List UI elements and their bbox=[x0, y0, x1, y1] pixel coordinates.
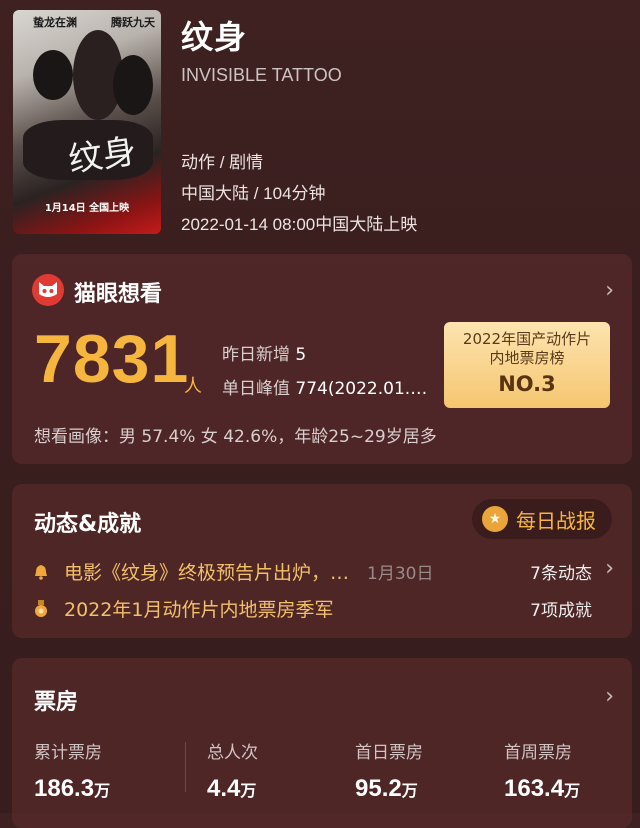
rank-line1: 2022年国产动作片 bbox=[462, 330, 592, 348]
box-value: 163.4万 bbox=[504, 775, 581, 802]
first-week-box-office: 首周票房 163.4万 bbox=[504, 738, 580, 803]
cumulative-box-office: 累计票房 186.3万 bbox=[34, 738, 110, 803]
want-to-see-card[interactable]: 猫眼想看 › 7831 人 昨日新增 5 单日峰值 774(2022.01.… … bbox=[12, 254, 632, 464]
poster-tagline-left: 蛰龙在渊 bbox=[33, 16, 77, 29]
daily-report-button[interactable]: ★ 每日战报 bbox=[472, 499, 612, 539]
achievement-item[interactable]: 2022年1月动作片内地票房季军 7项成就 bbox=[32, 595, 592, 622]
news-item[interactable]: 电影《纹身》终极预告片出炉，… 1月30日 7条动态 bbox=[32, 558, 592, 585]
box-value: 186.3万 bbox=[34, 775, 111, 802]
rank-badge[interactable]: 2022年国产动作片 内地票房榜 NO.3 bbox=[444, 322, 610, 408]
cat-logo-icon bbox=[32, 274, 64, 306]
yesterday-value: 5 bbox=[295, 345, 307, 365]
total-admissions: 总人次 4.4万 bbox=[207, 738, 258, 803]
rank-number: NO.3 bbox=[498, 372, 556, 396]
poster-figure bbox=[113, 55, 153, 115]
news-item-date: 1月30日 bbox=[367, 564, 434, 584]
movie-genre: 动作 / 剧情 bbox=[181, 153, 264, 172]
movie-title: 纹身 bbox=[181, 18, 248, 56]
want-title: 猫眼想看 bbox=[74, 282, 163, 307]
box-value: 4.4万 bbox=[207, 775, 257, 802]
news-title: 动态&成就 bbox=[34, 512, 142, 537]
audience-portrait: 想看画像：男 57.4% 女 42.6%，年龄25~29岁居多 bbox=[34, 427, 437, 447]
box-label: 首周票房 bbox=[504, 743, 572, 763]
medal-icon bbox=[35, 599, 47, 617]
chevron-right-icon[interactable]: › bbox=[605, 684, 614, 709]
divider bbox=[185, 742, 186, 792]
movie-english-title: INVISIBLE TATTOO bbox=[181, 65, 342, 85]
rank-line2: 内地票房榜 bbox=[489, 349, 565, 367]
box-label: 累计票房 bbox=[34, 743, 102, 763]
medal-icon: ★ bbox=[482, 506, 508, 532]
news-achievements-card[interactable]: 动态&成就 ★ 每日战报 电影《纹身》终极预告片出炉，… 1月30日 7条动态 … bbox=[12, 484, 632, 638]
movie-region-duration: 中国大陆 / 104分钟 bbox=[181, 184, 326, 203]
bell-icon bbox=[35, 564, 47, 580]
news-item-text: 电影《纹身》终极预告片出炉，… bbox=[64, 562, 350, 584]
yesterday-new: 昨日新增 5 bbox=[222, 340, 306, 365]
yesterday-label: 昨日新增 bbox=[222, 345, 290, 365]
want-unit: 人 bbox=[184, 376, 202, 397]
achievement-text: 2022年1月动作片内地票房季军 bbox=[64, 599, 334, 621]
achievement-count: 7项成就 bbox=[530, 601, 592, 621]
poster-tagline-right: 腾跃九天 bbox=[111, 16, 155, 29]
box-office-card[interactable]: 票房 › 累计票房 186.3万 总人次 4.4万 首日票房 95.2万 首周票… bbox=[12, 658, 632, 828]
movie-poster[interactable]: 蛰龙在渊 腾跃九天 纹身 1月14日 全国上映 bbox=[13, 10, 161, 234]
peak-value: 774(2022.01.… bbox=[295, 379, 428, 399]
movie-release-date: 2022-01-14 08:00中国大陆上映 bbox=[181, 215, 418, 234]
chevron-right-icon[interactable]: › bbox=[605, 556, 614, 581]
peak-label: 单日峰值 bbox=[222, 379, 290, 399]
daily-report-label: 每日战报 bbox=[516, 508, 596, 533]
want-count: 7831 bbox=[34, 321, 190, 397]
box-label: 首日票房 bbox=[355, 743, 423, 763]
box-office-title: 票房 bbox=[34, 690, 79, 715]
daily-peak: 单日峰值 774(2022.01.… bbox=[222, 374, 427, 399]
poster-tagline: 蛰龙在渊 腾跃九天 bbox=[33, 14, 155, 30]
news-count: 7条动态 bbox=[530, 564, 592, 584]
chevron-right-icon[interactable]: › bbox=[605, 278, 614, 303]
poster-release-text: 1月14日 全国上映 bbox=[44, 203, 130, 214]
box-value: 95.2万 bbox=[355, 775, 418, 802]
first-day-box-office: 首日票房 95.2万 bbox=[355, 738, 423, 803]
poster-figure bbox=[33, 50, 73, 100]
poster-calligraphy: 纹身 bbox=[66, 131, 139, 181]
box-label: 总人次 bbox=[207, 743, 258, 763]
